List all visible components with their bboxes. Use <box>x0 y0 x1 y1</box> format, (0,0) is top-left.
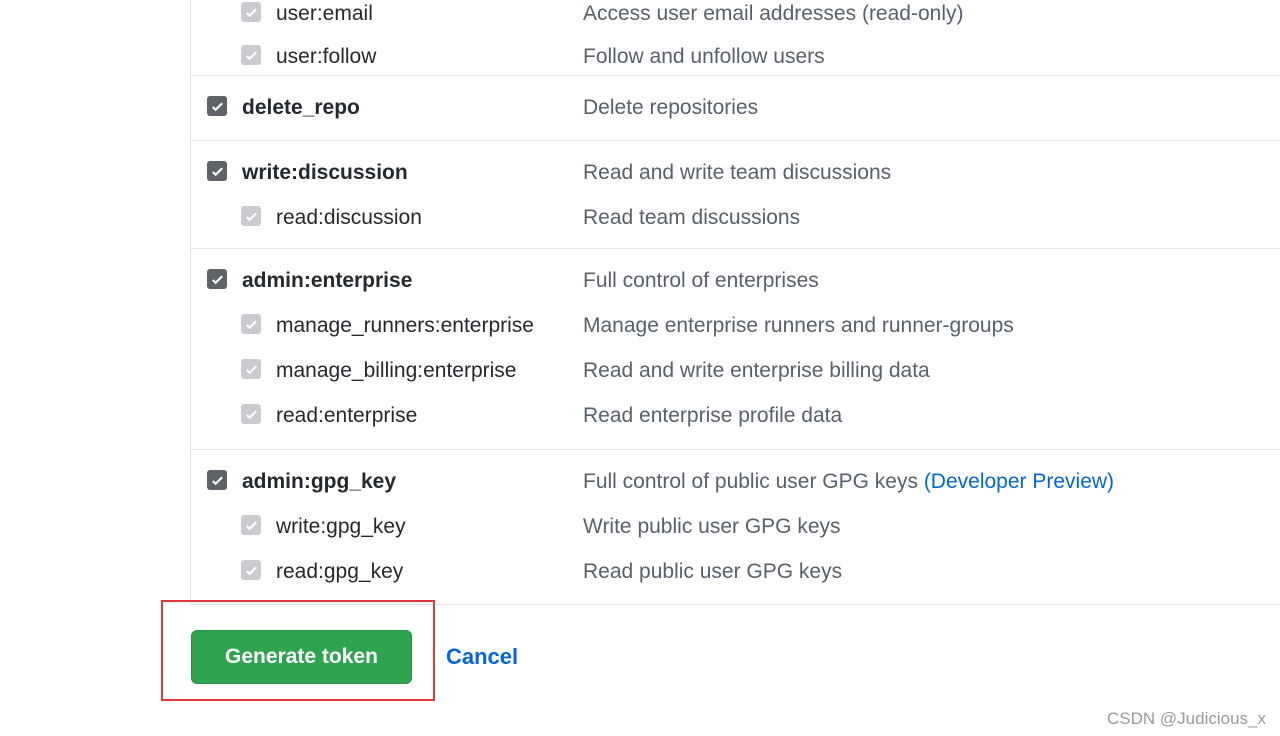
scope-description: Manage enterprise runners and runner-gro… <box>583 314 1014 337</box>
checkbox-user-follow[interactable] <box>241 45 261 65</box>
scopes-list: user:email Access user email addresses (… <box>190 0 1280 605</box>
developer-preview-link[interactable]: (Developer Preview) <box>924 470 1114 493</box>
check-icon <box>211 101 223 111</box>
scope-description-text: Full control of public user GPG keys <box>583 470 918 493</box>
check-icon <box>245 319 257 329</box>
scope-name: delete_repo <box>242 96 360 119</box>
check-icon <box>211 475 223 485</box>
scope-description: Full control of public user GPG keys (De… <box>583 470 1114 494</box>
check-icon <box>245 565 257 575</box>
scope-description: Delete repositories <box>583 96 759 119</box>
scope-description: Read public user GPG keys <box>583 560 843 583</box>
scope-row-write-gpg-key: write:gpg_key Write public user GPG keys <box>191 511 1280 541</box>
check-icon <box>245 364 257 374</box>
scope-group-gpg-key: admin:gpg_key Full control of public use… <box>191 450 1280 605</box>
cancel-link[interactable]: Cancel <box>446 644 518 670</box>
scope-group-discussion: write:discussion Read and write team dis… <box>191 141 1280 249</box>
form-actions: Generate token Cancel <box>0 600 1280 736</box>
scope-name: manage_runners:enterprise <box>276 314 534 337</box>
scope-description: Read enterprise profile data <box>583 404 843 427</box>
watermark: CSDN @Judicious_x <box>1107 709 1266 728</box>
scope-description: Access user email addresses (read-only) <box>583 2 964 25</box>
checkbox-read-gpg-key[interactable] <box>241 560 261 580</box>
scope-name: read:enterprise <box>276 404 418 427</box>
checkbox-admin-gpg-key[interactable] <box>207 470 227 490</box>
checkbox-write-gpg-key[interactable] <box>241 515 261 535</box>
scope-name: admin:gpg_key <box>242 470 397 493</box>
scope-group-user: user:email Access user email addresses (… <box>191 0 1280 76</box>
scope-row-manage-billing-enterprise: manage_billing:enterprise Read and write… <box>191 355 1280 385</box>
check-icon <box>245 211 257 221</box>
scope-row-read-enterprise: read:enterprise Read enterprise profile … <box>191 400 1280 430</box>
checkbox-read-enterprise[interactable] <box>241 404 261 424</box>
scope-name: manage_billing:enterprise <box>276 359 517 382</box>
scope-name: write:gpg_key <box>276 515 406 538</box>
check-icon <box>245 7 257 17</box>
check-icon <box>211 274 223 284</box>
scope-row-user-follow: user:follow Follow and unfollow users <box>191 41 1280 71</box>
scope-description: Follow and unfollow users <box>583 45 825 68</box>
scope-description: Full control of enterprises <box>583 269 819 292</box>
scope-description: Read team discussions <box>583 206 801 229</box>
scope-description: Write public user GPG keys <box>583 515 841 538</box>
scope-row-delete-repo: delete_repo Delete repositories <box>191 92 1280 122</box>
checkbox-write-discussion[interactable] <box>207 161 227 181</box>
checkbox-admin-enterprise[interactable] <box>207 269 227 289</box>
check-icon <box>245 409 257 419</box>
scope-row-write-discussion: write:discussion Read and write team dis… <box>191 157 1280 187</box>
scope-group-enterprise: admin:enterprise Full control of enterpr… <box>191 249 1280 450</box>
check-icon <box>245 50 257 60</box>
scope-row-admin-gpg-key: admin:gpg_key Full control of public use… <box>191 466 1280 496</box>
scope-group-delete-repo: delete_repo Delete repositories <box>191 76 1280 141</box>
scope-name: write:discussion <box>242 161 408 184</box>
scope-name: admin:enterprise <box>242 269 413 292</box>
checkbox-manage-runners-enterprise[interactable] <box>241 314 261 334</box>
scope-name: read:gpg_key <box>276 560 404 583</box>
scope-row-manage-runners-enterprise: manage_runners:enterprise Manage enterpr… <box>191 310 1280 340</box>
scope-description: Read and write team discussions <box>583 161 892 184</box>
check-icon <box>245 520 257 530</box>
checkbox-user-email[interactable] <box>241 2 261 22</box>
scope-name: user:email <box>276 2 373 25</box>
scope-row-read-gpg-key: read:gpg_key Read public user GPG keys <box>191 556 1280 586</box>
scope-row-user-email: user:email Access user email addresses (… <box>191 0 1280 28</box>
generate-token-button[interactable]: Generate token <box>191 630 412 684</box>
scope-description: Read and write enterprise billing data <box>583 359 930 382</box>
checkbox-manage-billing-enterprise[interactable] <box>241 359 261 379</box>
check-icon <box>211 166 223 176</box>
token-scopes-page: user:email Access user email addresses (… <box>0 0 1280 736</box>
scope-name: read:discussion <box>276 206 422 229</box>
checkbox-delete-repo[interactable] <box>207 96 227 116</box>
scope-name: user:follow <box>276 45 377 68</box>
scope-row-admin-enterprise: admin:enterprise Full control of enterpr… <box>191 265 1280 295</box>
scope-row-read-discussion: read:discussion Read team discussions <box>191 202 1280 232</box>
checkbox-read-discussion[interactable] <box>241 206 261 226</box>
